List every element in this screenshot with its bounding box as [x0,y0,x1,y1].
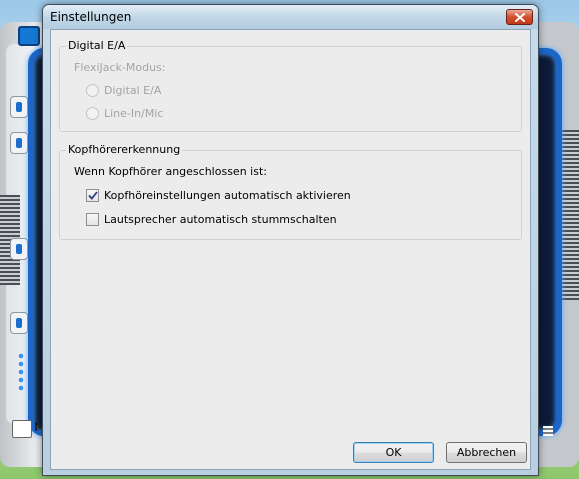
settings-dialog: Einstellungen Digital E/A FlexiJack-Modu… [42,4,539,476]
radio-line-in-mic[interactable]: Line-In/Mic [86,107,163,120]
checkmark-icon [87,191,98,200]
cancel-button[interactable]: Abbrechen [446,442,527,463]
checkbox-auto-activate-headphone[interactable]: Kopfhöreinstellungen automatisch aktivie… [86,189,351,202]
radio-line-in-mic-circle[interactable] [86,107,99,120]
background-side-button-1[interactable] [10,96,28,118]
checkbox-auto-activate-label: Kopfhöreinstellungen automatisch aktivie… [104,189,351,202]
radio-digital-io-label: Digital E/A [104,84,162,97]
headphone-detection-group: Kopfhörererkennung Wenn Kopfhörer angesc… [59,143,522,240]
flexijack-mode-label: FlexiJack-Modus: [74,61,166,74]
digital-io-group-title: Digital E/A [66,39,128,52]
background-side-button-2[interactable] [10,132,28,154]
dialog-title: Einstellungen [50,10,132,24]
checkbox-auto-mute-speakers[interactable]: Lautsprecher automatisch stummschalten [86,213,337,226]
checkbox-auto-activate-box[interactable] [86,189,99,202]
close-button[interactable] [506,9,533,25]
background-indicator-dots [17,352,25,392]
close-icon [514,12,525,22]
background-side-button-4[interactable] [10,312,28,334]
radio-digital-io-circle[interactable] [86,84,99,97]
headphone-detection-group-title: Kopfhörererkennung [66,143,183,156]
background-mode-icon[interactable] [12,420,32,438]
ok-button[interactable]: OK [353,442,434,463]
checkbox-auto-mute-label: Lautsprecher automatisch stummschalten [104,213,337,226]
radio-line-in-mic-label: Line-In/Mic [104,107,164,120]
background-app-icon[interactable] [18,26,40,46]
digital-io-group: Digital E/A FlexiJack-Modus: Digital E/A… [59,39,522,132]
headphone-connected-label: Wenn Kopfhörer angeschlossen ist: [74,165,267,178]
dialog-titlebar[interactable]: Einstellungen [43,5,538,29]
background-side-button-3[interactable] [10,238,28,260]
checkbox-auto-mute-box[interactable] [86,213,99,226]
radio-digital-io[interactable]: Digital E/A [86,84,161,97]
background-eq-icon[interactable] [543,426,553,436]
dialog-content: Digital E/A FlexiJack-Modus: Digital E/A… [50,29,531,470]
